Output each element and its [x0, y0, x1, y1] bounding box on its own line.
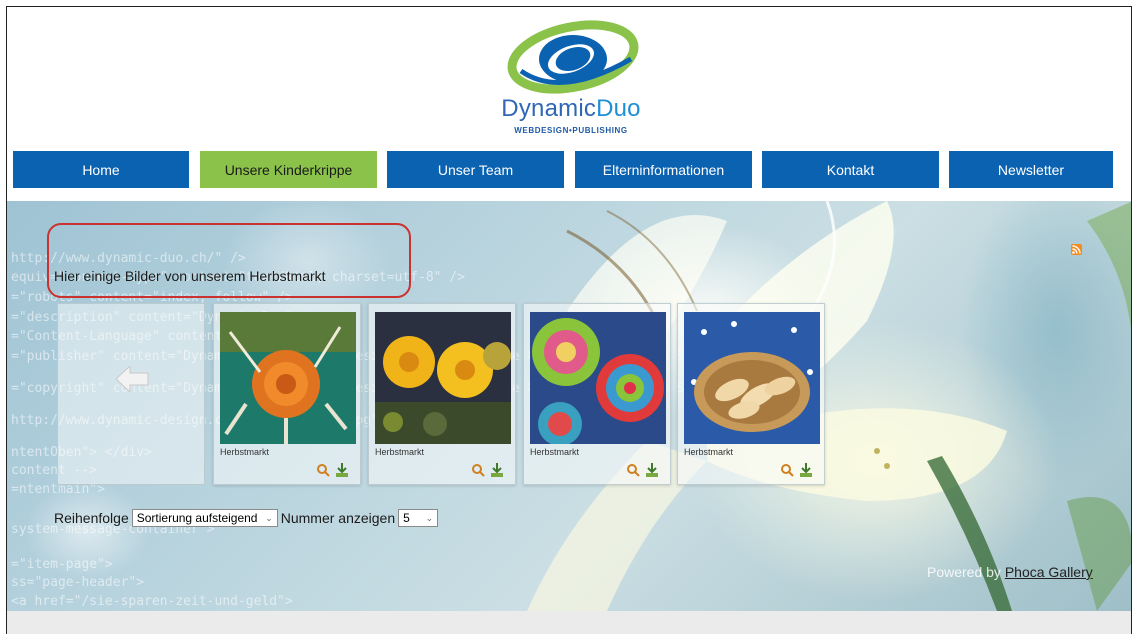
- thumbnail-actions: [781, 463, 812, 477]
- thumbnail-image[interactable]: [220, 312, 356, 444]
- logo-wordmark: DynamicDuo: [501, 95, 641, 122]
- background-code-line: <a href="/sie-sparen-zeit-und-geld">: [11, 594, 293, 609]
- main-navigation: Home Unsere Kinderkrippe Unser Team Elte…: [7, 151, 1131, 189]
- number-select-value: 5: [403, 511, 410, 525]
- chevron-down-icon: ⌄: [265, 512, 273, 523]
- thumbnail-actions: [317, 463, 348, 477]
- nav-item-kontakt[interactable]: Kontakt: [762, 151, 939, 188]
- number-select[interactable]: 5 ⌄: [398, 509, 439, 527]
- thumbnail-caption: Herbstmarkt: [220, 447, 270, 457]
- background-code-line: ="item-page">: [11, 557, 113, 572]
- nav-item-unsere-kinderkrippe[interactable]: Unsere Kinderkrippe: [200, 151, 377, 188]
- powered-prefix: Powered by: [927, 564, 1005, 580]
- order-select-value: Sortierung aufsteigend: [136, 511, 258, 525]
- chevron-down-icon: ⌄: [425, 512, 434, 523]
- number-label: Nummer anzeigen: [280, 510, 396, 526]
- gallery-intro-text: Hier einige Bilder von unserem Herbstmar…: [54, 268, 326, 284]
- thumbnail-actions: [627, 463, 658, 477]
- logo-orbit-icon: [507, 20, 639, 94]
- thumbnail-actions: [472, 463, 503, 477]
- order-select[interactable]: Sortierung aufsteigend ⌄: [131, 509, 278, 527]
- site-logo[interactable]: DynamicDuo WEBDESIGN•PUBLISHING: [491, 19, 651, 139]
- content-banner: http://www.dynamic-duo.ch/" /> equiv="co…: [7, 201, 1131, 611]
- download-icon[interactable]: [491, 463, 503, 477]
- zoom-icon[interactable]: [317, 464, 330, 477]
- gallery-back-tile[interactable]: [57, 303, 205, 485]
- powered-by: Powered by Phoca Gallery: [927, 564, 1093, 580]
- nav-item-elterninformationen[interactable]: Elterninformationen: [575, 151, 752, 188]
- thumbnail-image[interactable]: [375, 312, 511, 444]
- phoca-gallery-link[interactable]: Phoca Gallery: [1005, 564, 1093, 580]
- thumbnail-image[interactable]: [530, 312, 666, 444]
- gallery-thumbnail[interactable]: Herbstmarkt: [368, 303, 516, 485]
- gallery-controls: Reihenfolge Sortierung aufsteigend ⌄ Num…: [54, 509, 439, 527]
- nav-item-newsletter[interactable]: Newsletter: [949, 151, 1113, 188]
- page-footer: [7, 611, 1131, 634]
- browser-viewport: DynamicDuo WEBDESIGN•PUBLISHING Home Uns…: [6, 6, 1132, 634]
- thumbnail-caption: Herbstmarkt: [530, 447, 580, 457]
- download-icon[interactable]: [646, 463, 658, 477]
- site-header: DynamicDuo WEBDESIGN•PUBLISHING: [7, 7, 1131, 147]
- zoom-icon[interactable]: [472, 464, 485, 477]
- thumbnail-image[interactable]: [684, 312, 820, 444]
- back-arrow-icon: [116, 366, 149, 392]
- thumbnail-caption: Herbstmarkt: [684, 447, 734, 457]
- rss-feed-icon[interactable]: [1071, 244, 1082, 255]
- highlight-annotation: [47, 223, 411, 298]
- thumbnail-caption: Herbstmarkt: [375, 447, 425, 457]
- zoom-icon[interactable]: [781, 464, 794, 477]
- gallery-thumbnail[interactable]: Herbstmarkt: [523, 303, 671, 485]
- gallery-thumbnail[interactable]: Herbstmarkt: [213, 303, 361, 485]
- logo-tagline: WEBDESIGN•PUBLISHING: [514, 126, 628, 135]
- download-icon[interactable]: [336, 463, 348, 477]
- nav-item-unser-team[interactable]: Unser Team: [387, 151, 564, 188]
- download-icon[interactable]: [800, 463, 812, 477]
- order-label: Reihenfolge: [54, 510, 129, 526]
- background-code-line: ss="page-header">: [11, 575, 145, 590]
- gallery-thumbnail[interactable]: Herbstmarkt: [677, 303, 825, 485]
- nav-item-home[interactable]: Home: [13, 151, 189, 188]
- zoom-icon[interactable]: [627, 464, 640, 477]
